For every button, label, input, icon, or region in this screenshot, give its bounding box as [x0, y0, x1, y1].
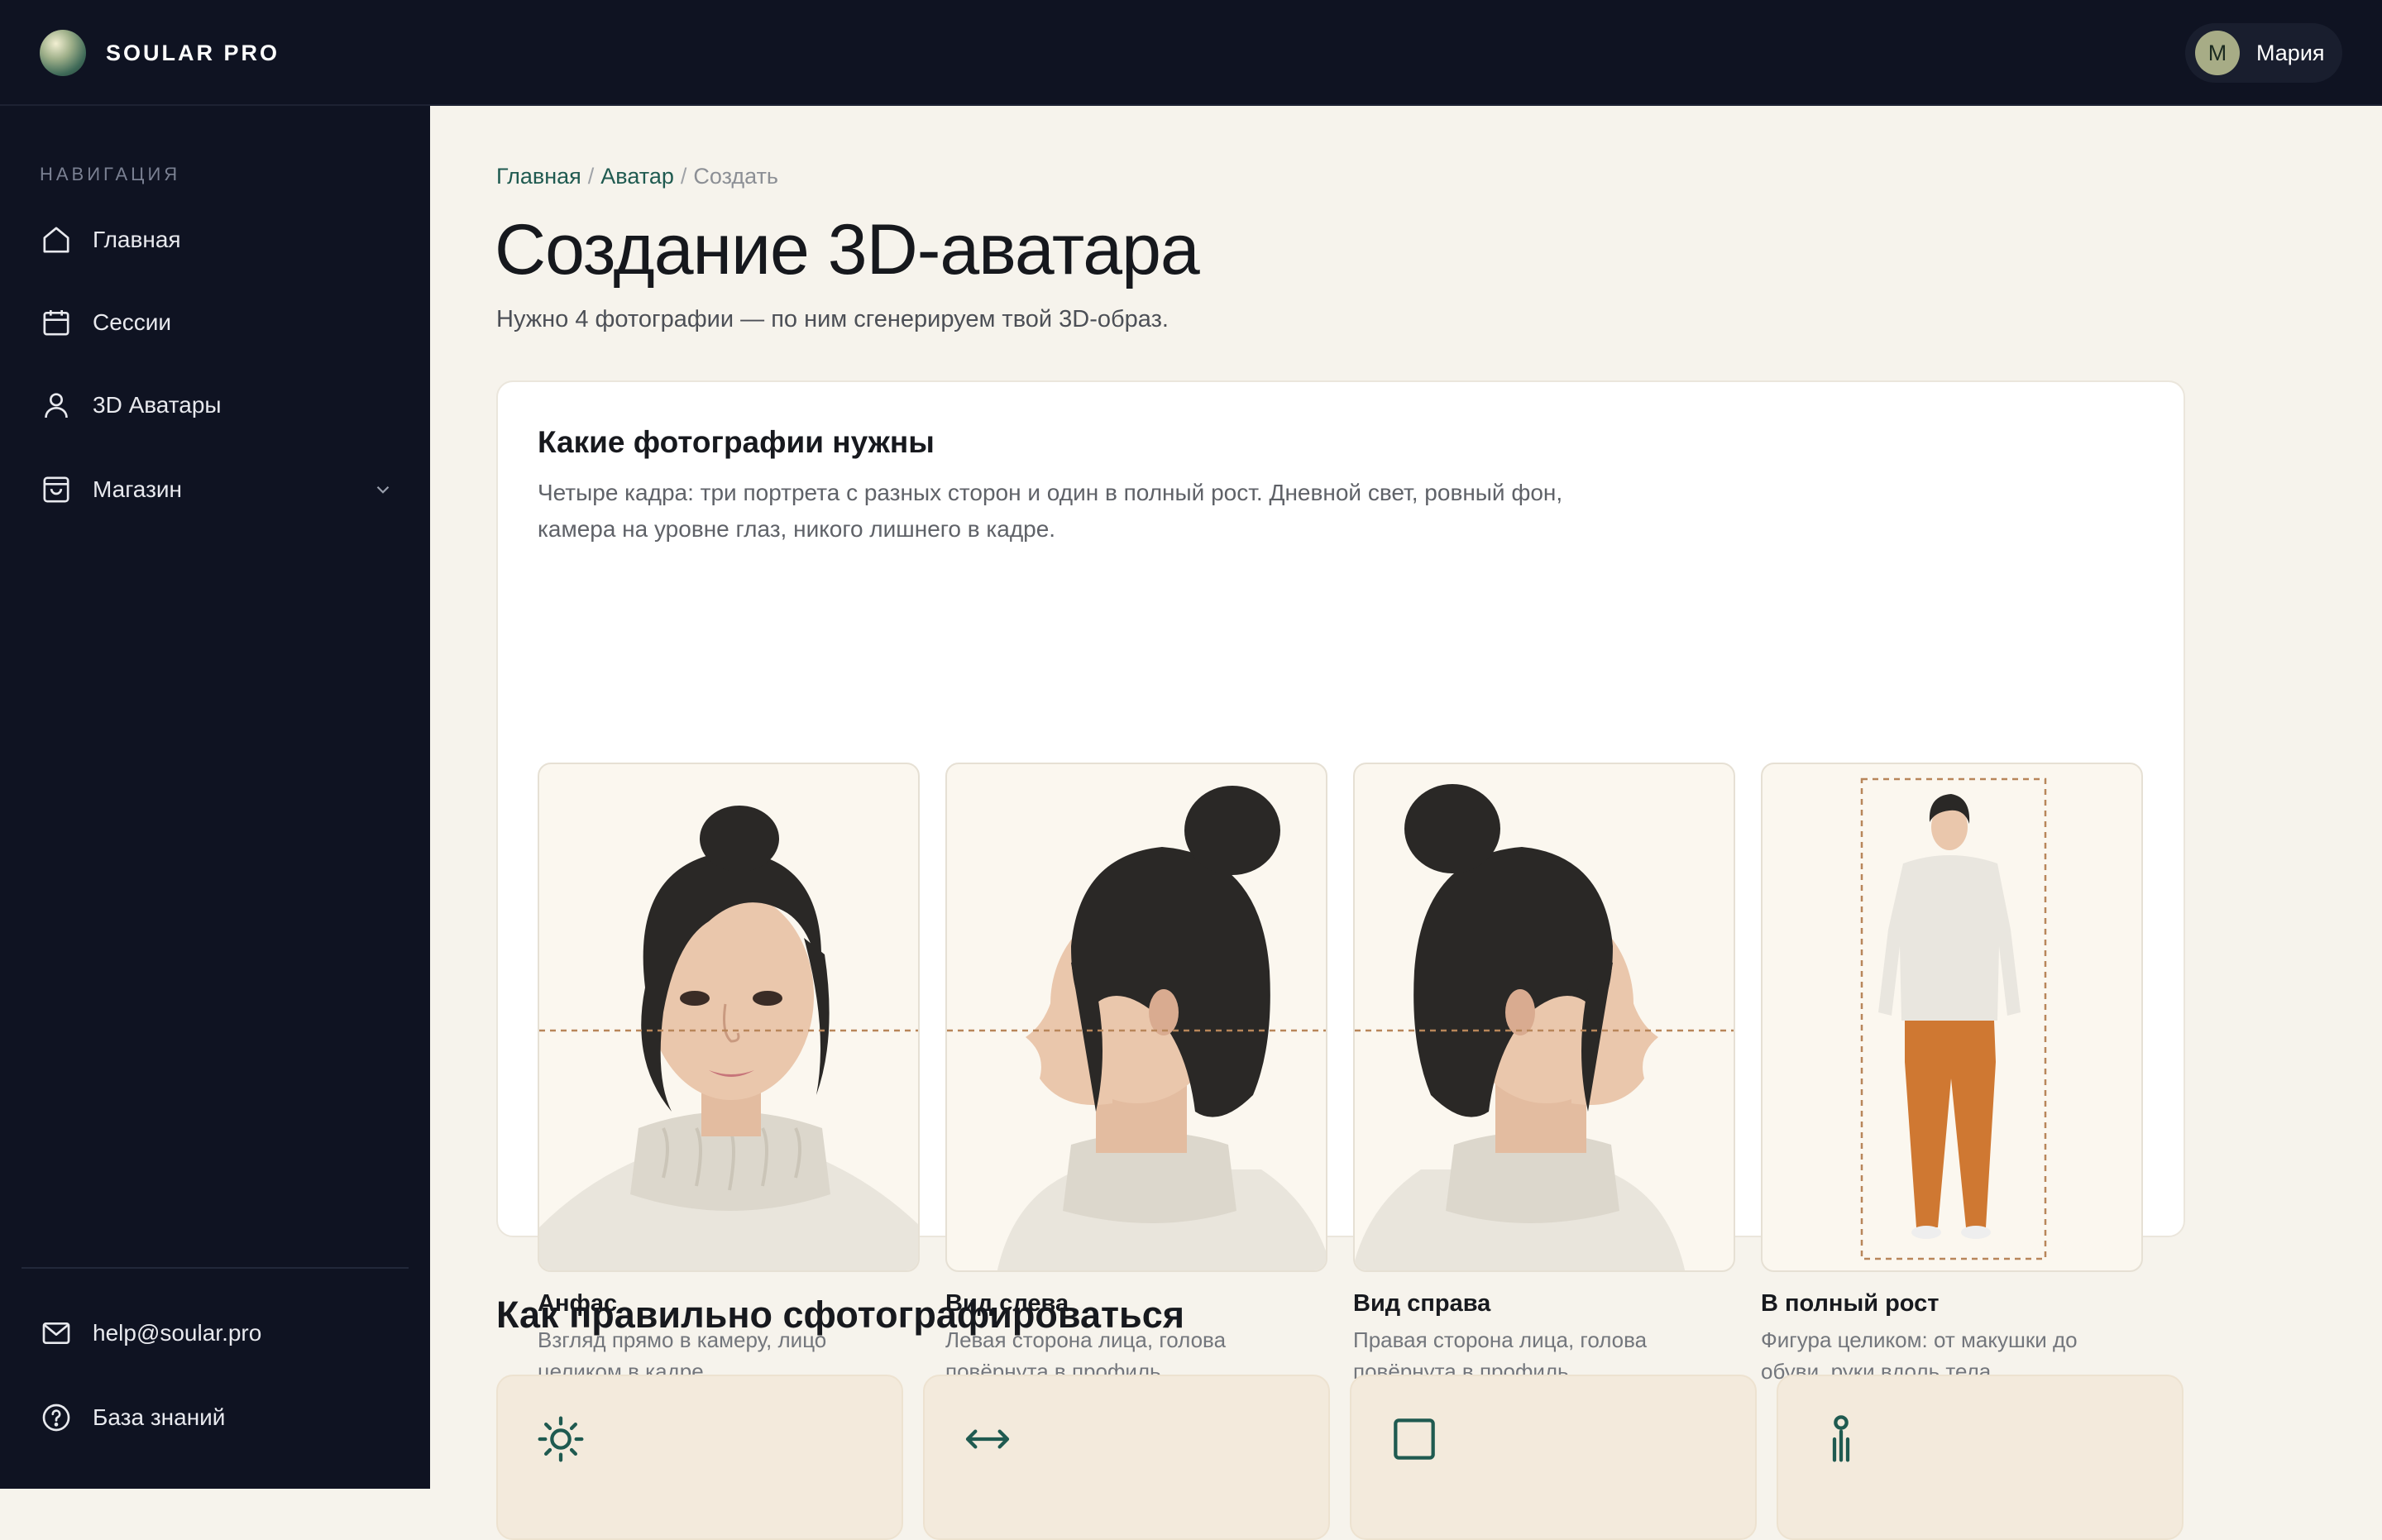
card-description: Четыре кадра: три портрета с разных стор… [538, 480, 1563, 542]
required-photos-card: Какие фотографии нужны Четыре кадра: три… [496, 380, 2185, 1384]
photo-example-right-profile: Вид справа Правая сторона лица, голова п… [1353, 763, 1735, 1387]
sun-icon [538, 1416, 584, 1462]
sidebar-item-shop[interactable]: Магазин [40, 465, 394, 514]
sidebar-item-label: Сессии [93, 309, 172, 335]
logo-orb-icon [40, 30, 86, 76]
photo-title: В полный рост [1761, 1290, 1940, 1317]
eye-level-guide-line [539, 1029, 918, 1032]
sidebar-item-label: help@soular.pro [93, 1320, 262, 1346]
eye-level-guide-line [947, 1029, 1326, 1032]
user-icon [45, 393, 68, 418]
breadcrumb: Главная / Аватар / Создать [496, 164, 778, 189]
sidebar-item-label: База знаний [93, 1404, 226, 1430]
sidebar-item-label: Магазин [93, 476, 183, 502]
help-circle-icon [42, 1404, 70, 1432]
nav-heading: НАВИГАЦИЯ [40, 164, 181, 184]
top-bar: SOULAR PRO M Мария [0, 0, 2382, 106]
brand-name: SOULAR PRO [106, 40, 280, 65]
sidebar-item-label: Главная [93, 227, 181, 252]
shopping-bag-icon [43, 476, 69, 503]
photo-frame [1761, 763, 2143, 1272]
calendar-icon [43, 310, 69, 336]
home-icon [43, 227, 69, 253]
breadcrumb-avatar[interactable]: Аватар [600, 164, 674, 189]
square-frame-icon [1394, 1418, 1435, 1460]
sidebar-item-home[interactable]: Главная [40, 215, 394, 265]
tip-card-pose [1777, 1375, 2184, 1540]
breadcrumb-separator: / [587, 164, 595, 189]
eye-level-guide-line [1355, 1029, 1734, 1032]
photo-title: Вид справа [1353, 1290, 1491, 1317]
sidebar: НАВИГАЦИЯ Главная Сессии 3D Аватары Мага… [0, 106, 430, 1489]
sidebar-divider [22, 1267, 409, 1269]
breadcrumb-current: Создать [693, 164, 778, 189]
page-subtitle: Нужно 4 фотографии — по ним сгенерируем … [496, 306, 1169, 332]
tip-card-distance [923, 1375, 1330, 1540]
tip-card-lighting [496, 1375, 903, 1540]
photo-frame [945, 763, 1327, 1272]
photo-frame [1353, 763, 1735, 1272]
sidebar-item-knowledge-base[interactable]: База знаний [40, 1393, 394, 1442]
breadcrumb-home[interactable]: Главная [496, 164, 581, 189]
full-body-illustration [1860, 777, 2047, 1260]
tips-section-title: Как правильно сфотографироваться [496, 1294, 1184, 1336]
arrows-horizontal-icon [965, 1429, 1010, 1449]
photo-frame [538, 763, 920, 1272]
tip-card-background [1350, 1375, 1757, 1540]
avatar: M [2195, 31, 2240, 75]
person-stand-icon [1832, 1415, 1850, 1462]
mail-icon [42, 1322, 70, 1344]
brand-logo[interactable]: SOULAR PRO [40, 30, 280, 76]
sidebar-item-help-email[interactable]: help@soular.pro [40, 1308, 394, 1358]
photo-example-full-body: В полный рост Фигура целиком: от макушки… [1761, 763, 2143, 1387]
user-name: Мария [2256, 40, 2325, 65]
card-title: Какие фотографии нужны [538, 425, 935, 459]
chevron-down-icon[interactable] [372, 479, 394, 500]
sidebar-item-sessions[interactable]: Сессии [40, 298, 394, 347]
user-menu[interactable]: M Мария [2185, 23, 2342, 83]
sidebar-item-3d-avatars[interactable]: 3D Аватары [40, 380, 394, 430]
page-title: Создание 3D-аватара [495, 210, 1200, 289]
breadcrumb-separator: / [680, 164, 687, 189]
sidebar-item-label: 3D Аватары [93, 392, 222, 418]
main-content: Главная / Аватар / Создать Создание 3D-авата… [430, 106, 2382, 1540]
